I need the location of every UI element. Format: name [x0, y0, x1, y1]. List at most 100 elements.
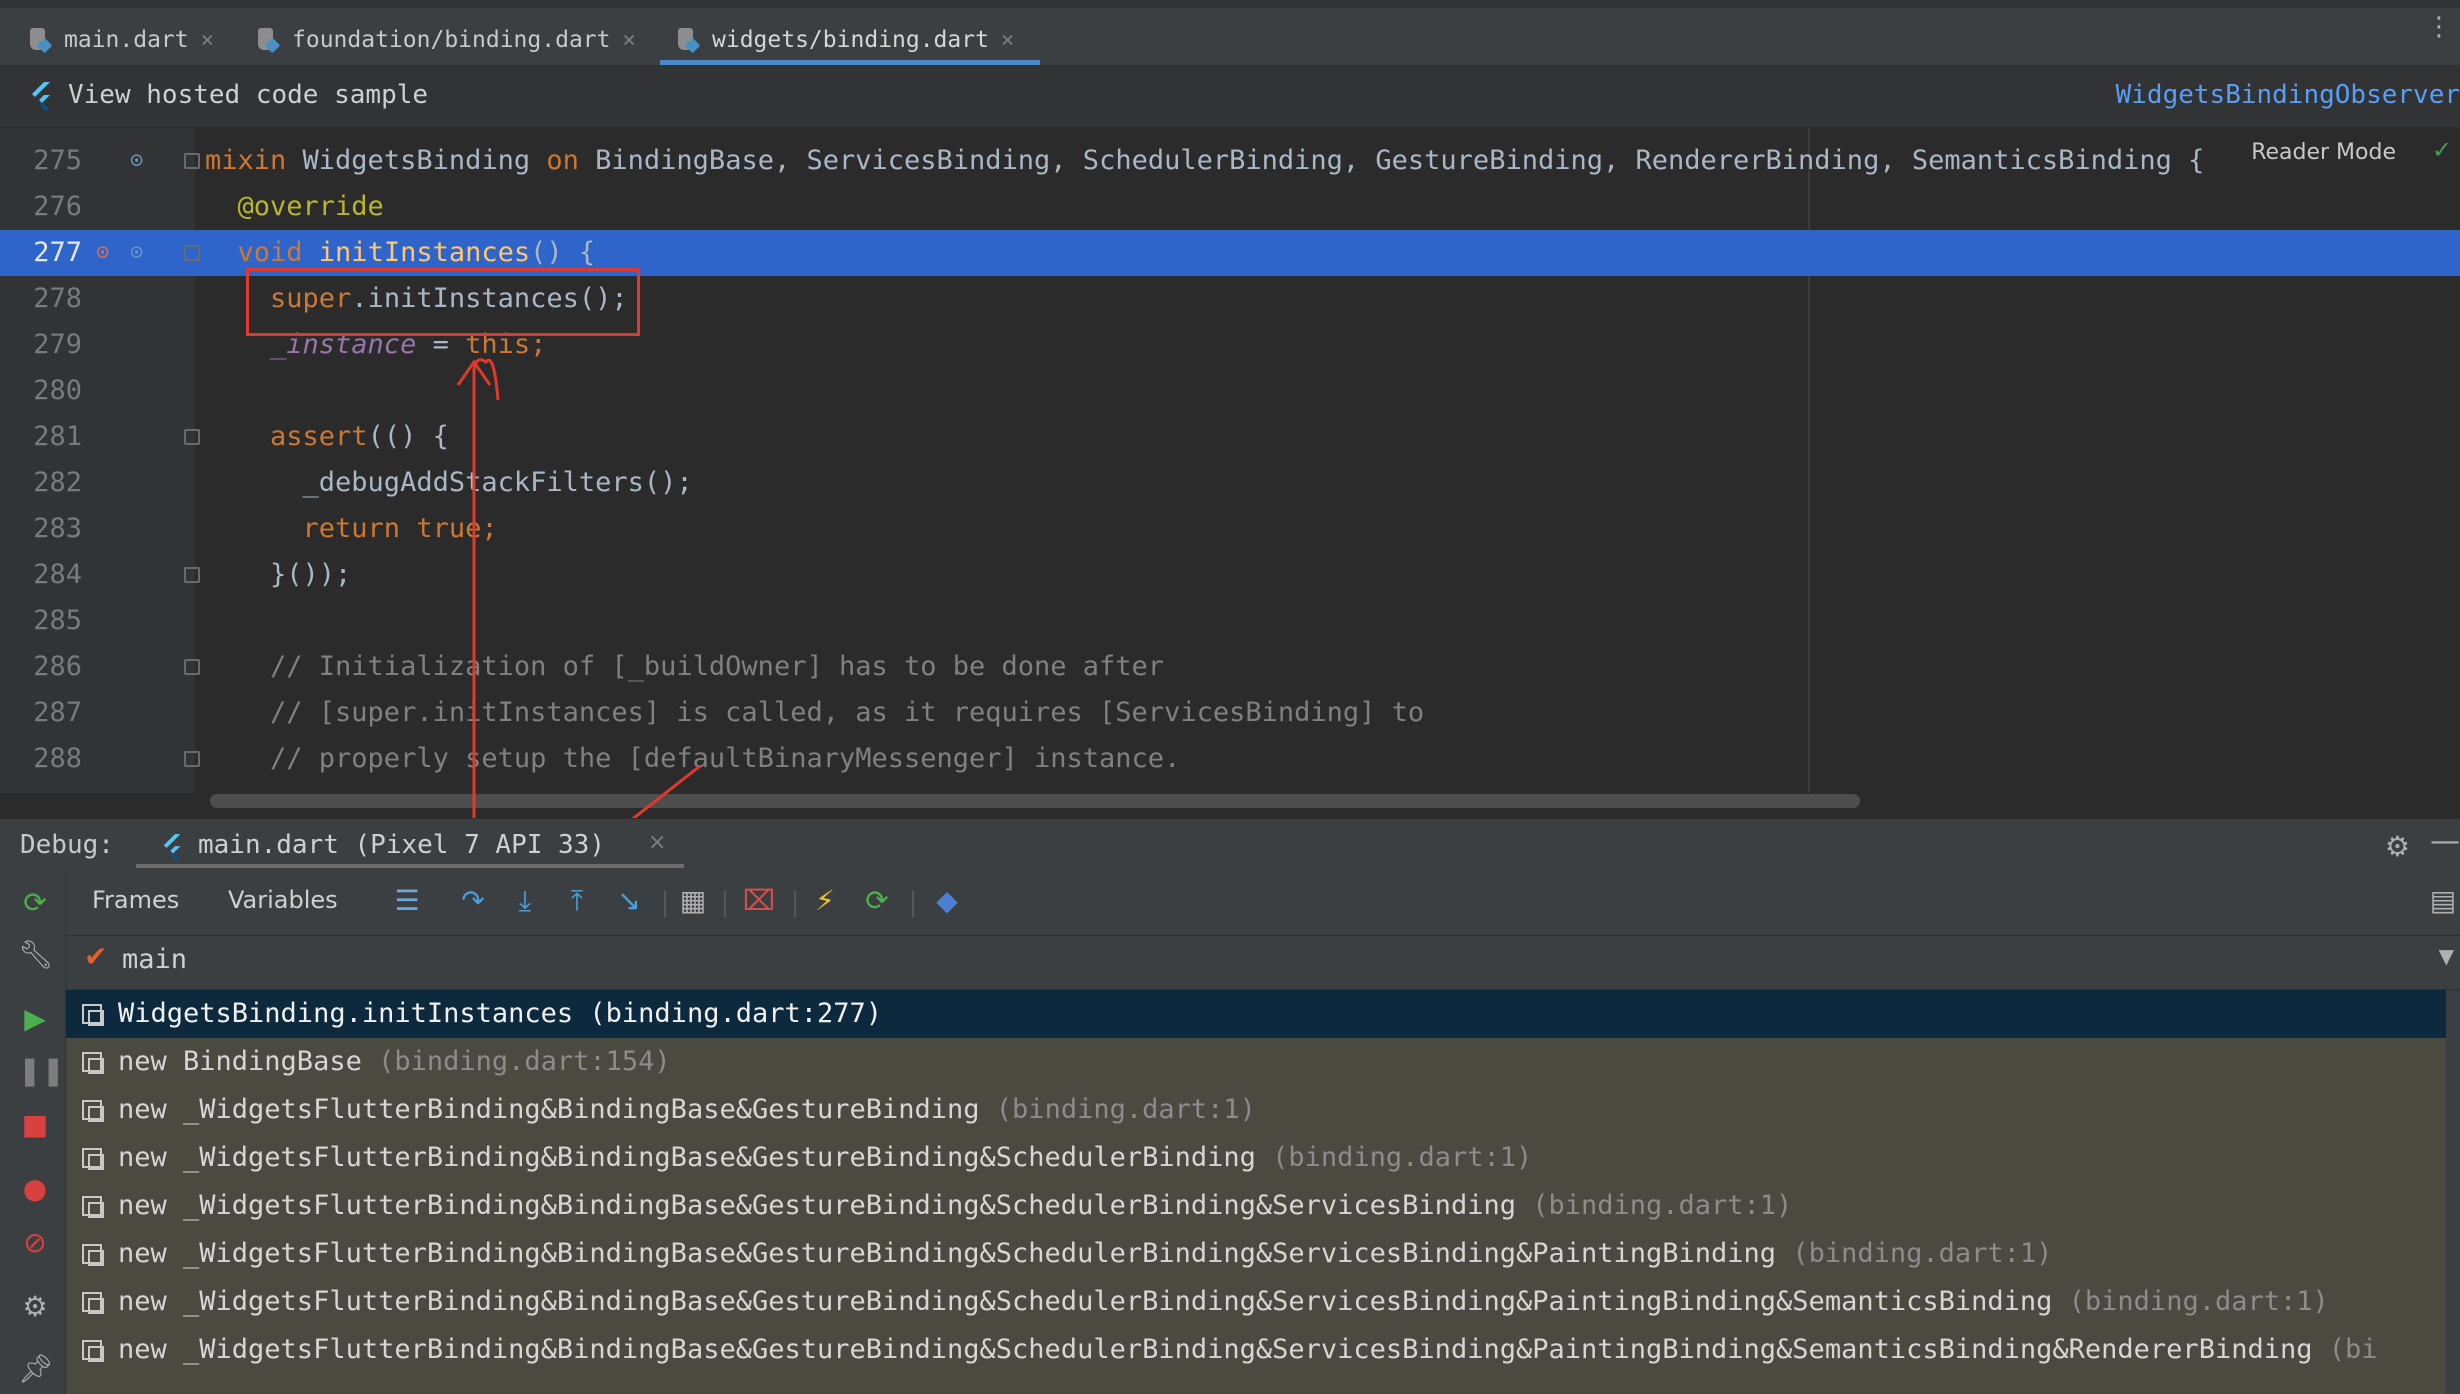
step-over-icon[interactable]: ↷ — [456, 884, 490, 918]
line-number: 285 — [33, 605, 82, 636]
code-editor[interactable]: 275 ⊙ mixin WidgetsBinding on BindingBas… — [0, 128, 2460, 793]
line-number: 275 — [33, 145, 82, 176]
stop-icon[interactable]: ■ — [18, 1108, 52, 1142]
annotation: @override — [205, 191, 384, 222]
hot-reload-icon[interactable]: ⚡ — [808, 884, 842, 918]
resume-icon[interactable]: ▶ — [18, 1002, 52, 1036]
statement: _debugAddStackFilters(); — [205, 467, 693, 498]
fold-marker[interactable] — [184, 567, 200, 583]
keyword: mixin — [205, 145, 287, 176]
identifier: WidgetsBinding — [286, 145, 547, 176]
comment: // properly setup the [defaultBinaryMess… — [205, 743, 1181, 774]
frame-icon — [82, 1148, 104, 1170]
debug-session-tab[interactable]: main.dart (Pixel 7 API 33) — [198, 830, 605, 860]
stack-frame[interactable]: new _WidgetsFlutterBinding&BindingBase&G… — [66, 1326, 2460, 1374]
pin-icon[interactable]: 📌︎ — [18, 1352, 54, 1386]
frames-scrollbar[interactable] — [2446, 990, 2460, 1394]
stack-frame[interactable]: new _WidgetsFlutterBinding&BindingBase&G… — [66, 1134, 2460, 1182]
step-into-icon[interactable]: ⤓ — [508, 884, 542, 918]
frame-name: WidgetsBinding.initInstances (binding.da… — [118, 998, 883, 1029]
mute-breakpoints-icon[interactable]: ⊘ — [18, 1226, 52, 1260]
implemented-icon[interactable]: ⊙ — [130, 138, 143, 184]
code-line: 281 assert(() { — [0, 414, 2460, 460]
comment: // [super.initInstances] is called, as i… — [205, 697, 1425, 728]
chevron-down-icon[interactable]: ▼ — [2439, 944, 2454, 968]
line-number: 283 — [33, 513, 82, 544]
fold-marker[interactable] — [184, 153, 200, 169]
line-number: 287 — [33, 697, 82, 728]
rerun-icon[interactable]: ⟳ — [18, 886, 52, 920]
frames-list[interactable]: WidgetsBinding.initInstances (binding.da… — [66, 990, 2460, 1394]
run-to-cursor-icon[interactable]: ↘ — [612, 884, 646, 918]
tab-label: foundation/binding.dart — [292, 27, 611, 53]
frame-icon — [82, 1004, 104, 1026]
keyword: true — [416, 513, 482, 544]
close-icon[interactable]: × — [648, 830, 666, 855]
tab-foundation-binding[interactable]: foundation/binding.dart × — [256, 14, 636, 66]
dart-file-icon — [676, 25, 702, 55]
tab-frames[interactable]: Frames — [92, 886, 179, 914]
dart-file-icon — [28, 25, 54, 55]
fold-marker[interactable] — [184, 751, 200, 767]
keyword: return — [205, 513, 417, 544]
identifier: () { — [530, 237, 596, 268]
keyword: void — [205, 237, 319, 268]
settings-icon[interactable]: ⚙ — [18, 1290, 52, 1324]
thread-selector[interactable] — [66, 936, 2460, 990]
tab-variables[interactable]: Variables — [228, 886, 338, 914]
horizontal-scrollbar[interactable] — [210, 794, 1860, 808]
stack-frame[interactable]: new _WidgetsFlutterBinding&BindingBase&G… — [66, 1230, 2460, 1278]
inspection-ok-icon[interactable]: ✓ — [2432, 136, 2452, 164]
dart-file-icon — [256, 25, 282, 55]
line-number: 286 — [33, 651, 82, 682]
view-hosted-sample-link[interactable]: View hosted code sample — [68, 80, 428, 110]
stack-frame[interactable]: new _WidgetsFlutterBinding&BindingBase&G… — [66, 1182, 2460, 1230]
evaluate-expression-icon[interactable]: ▦ — [676, 884, 710, 918]
overrides-icon[interactable]: ⊙ — [96, 230, 109, 276]
line-number: 276 — [33, 191, 82, 222]
flutter-icon — [163, 834, 181, 860]
drop-frame-icon[interactable]: ⌧ — [742, 884, 776, 918]
implemented-icon[interactable]: ⊙ — [130, 230, 143, 276]
wrench-icon[interactable]: 🔧︎ — [18, 938, 54, 972]
dart-devtools-icon[interactable]: ◆ — [930, 884, 964, 918]
pause-icon[interactable]: ❚❚ — [18, 1054, 65, 1088]
hot-restart-icon[interactable]: ⟳ — [860, 884, 894, 918]
more-icon[interactable]: ⋮ — [2426, 14, 2452, 40]
stack-frame[interactable]: new _WidgetsFlutterBinding&BindingBase&G… — [66, 1086, 2460, 1134]
frame-icon — [82, 1244, 104, 1266]
reader-mode-toggle[interactable]: Reader Mode — [2251, 140, 2396, 165]
toolbar-separator — [912, 890, 914, 918]
gear-icon[interactable]: ⚙ — [2385, 830, 2410, 863]
keyword: on — [546, 145, 579, 176]
close-icon[interactable]: × — [623, 28, 636, 53]
close-icon[interactable]: × — [201, 28, 214, 53]
identifier: (() { — [367, 421, 449, 452]
function-name: initInstances — [318, 237, 531, 268]
thread-name[interactable]: main — [122, 944, 187, 975]
stack-frame[interactable]: new _WidgetsFlutterBinding&BindingBase&G… — [66, 1278, 2460, 1326]
code-line: 280 — [0, 368, 2460, 414]
tab-main-dart[interactable]: main.dart × — [28, 14, 214, 66]
widgets-binding-observer-link[interactable]: WidgetsBindingObserver — [2116, 80, 2460, 110]
statement: }()); — [205, 559, 352, 590]
line-number: 289 — [0, 782, 82, 793]
frame-name: new _WidgetsFlutterBinding&BindingBase&G… — [118, 1142, 1273, 1173]
view-breakpoints-icon[interactable]: ● — [18, 1172, 52, 1206]
fold-marker[interactable] — [184, 429, 200, 445]
tab-widgets-binding[interactable]: widgets/binding.dart × — [676, 14, 1014, 66]
stack-frame[interactable]: new BindingBase (binding.dart:154) — [66, 1038, 2460, 1086]
fold-marker[interactable] — [184, 245, 200, 261]
frame-location: (bi — [2328, 1334, 2378, 1365]
close-icon[interactable]: × — [1001, 28, 1014, 53]
stack-frame[interactable]: WidgetsBinding.initInstances (binding.da… — [66, 990, 2460, 1038]
line-number: 279 — [33, 329, 82, 360]
line-number: 281 — [33, 421, 82, 452]
frame-name: new BindingBase — [118, 1046, 379, 1077]
layout-options-icon[interactable]: ▤ — [2426, 884, 2460, 918]
fold-marker[interactable] — [184, 659, 200, 675]
show-execution-point-icon[interactable]: ☰ — [390, 884, 424, 918]
step-out-icon[interactable]: ⤒ — [560, 884, 594, 918]
code-line: 285 — [0, 598, 2460, 644]
minimize-icon[interactable]: — — [2430, 824, 2460, 859]
